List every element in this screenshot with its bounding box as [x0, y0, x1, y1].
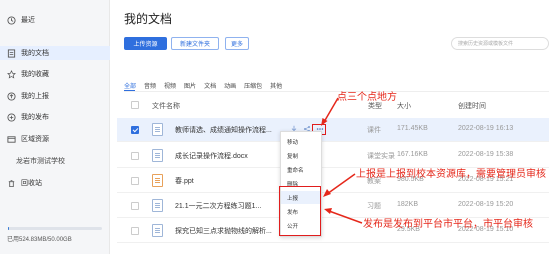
sidebar-item-my-documents[interactable]: 我的文档 [0, 46, 110, 60]
tab-image[interactable]: 图片 [184, 81, 196, 90]
tab-audio[interactable]: 音频 [144, 81, 156, 90]
sidebar-item-label: 我的上报 [21, 93, 49, 100]
file-size: 182KB [397, 201, 419, 208]
upload-resource-button[interactable]: 上传资源 [124, 37, 167, 50]
tab-archive[interactable]: 压缩包 [244, 81, 262, 90]
select-all-checkbox[interactable] [131, 101, 139, 109]
document-icon [7, 48, 16, 58]
trash-icon [7, 179, 16, 188]
file-size: 167.16KB [397, 151, 428, 158]
sidebar-item-school[interactable]: 龙岩市测试学校 [0, 154, 110, 168]
storage-quota-text: 已用524.83MB/50.00GB [7, 237, 72, 243]
sidebar-item-label: 我的收藏 [21, 71, 49, 78]
annotation-arrow-dots [321, 97, 339, 126]
sidebar-item-label: 龙岩市测试学校 [16, 158, 65, 165]
annotation-arrow-report [323, 173, 356, 197]
active-tab-indicator [124, 90, 135, 91]
annotation-dots: 点三个点地方 [337, 92, 397, 103]
new-folder-button[interactable]: 新建文件夹 [171, 37, 219, 50]
row-checkbox[interactable] [131, 126, 139, 134]
sidebar-item-label: 我的发布 [21, 114, 49, 121]
row-checkbox[interactable] [131, 202, 139, 210]
more-button[interactable]: 更多 [225, 37, 249, 50]
menu-item-move[interactable]: 移动 [281, 135, 321, 148]
sidebar-item-label: 回收站 [21, 180, 42, 187]
doc-file-icon [152, 123, 163, 136]
header-created-time: 创建时间 [458, 103, 486, 110]
tab-document[interactable]: 文档 [204, 81, 216, 90]
file-name[interactable]: 成长记录操作流程.docx [175, 151, 248, 161]
row-checkbox[interactable] [131, 227, 139, 235]
sidebar: 最近 我的文档 我的收藏 我的上报 我的发布 区域资源 龙岩市测试学校 回收站 … [0, 0, 110, 254]
file-created: 2022-08-19 16:13 [458, 125, 514, 132]
menu-item-rename[interactable]: 重命名 [281, 163, 321, 176]
header-file-name: 文件名称 [152, 103, 180, 110]
tab-video[interactable]: 视频 [164, 81, 176, 90]
file-type: 课件 [367, 127, 381, 134]
tab-all[interactable]: 全部 [124, 81, 136, 90]
sidebar-item-region-resources[interactable]: 区域资源 [0, 132, 110, 146]
file-name[interactable]: 春.ppt [175, 176, 194, 186]
file-created: 2022-08-19 15:20 [458, 201, 514, 208]
storage-quota-bar [8, 227, 102, 230]
doc-file-icon [152, 149, 163, 162]
annotation-arrow-publish [324, 208, 363, 224]
star-icon [7, 69, 16, 79]
sidebar-item-my-publish[interactable]: 我的发布 [0, 110, 110, 124]
sidebar-item-label: 我的文档 [21, 50, 49, 57]
tab-other[interactable]: 其他 [270, 81, 282, 90]
sidebar-item-label: 区域资源 [21, 136, 49, 143]
row-checkbox[interactable] [131, 177, 139, 185]
file-created: 2022-08-19 15:38 [458, 151, 514, 158]
sidebar-item-recycle-bin[interactable]: 回收站 [0, 176, 110, 190]
highlight-box-menu [279, 186, 321, 236]
sidebar-item-label: 最近 [21, 17, 35, 24]
row-checkbox[interactable] [131, 152, 139, 160]
file-name[interactable]: 探究已知三点求抛物线的解析... [175, 226, 272, 236]
sidebar-item-favorites[interactable]: 我的收藏 [0, 67, 110, 81]
upload-report-icon [7, 91, 16, 101]
tab-animation[interactable]: 动画 [224, 81, 236, 90]
storage-quota-fill [8, 227, 9, 230]
file-size: 171.45KB [397, 125, 428, 132]
file-type: 课堂实录 [367, 153, 395, 160]
sidebar-item-my-reports[interactable]: 我的上报 [0, 89, 110, 103]
filter-tabs: 全部 音频 视频 图片 文档 动画 压缩包 其他 [124, 81, 290, 90]
clock-icon [7, 15, 16, 25]
ppt-file-icon [152, 174, 163, 187]
doc-file-icon [152, 199, 163, 212]
file-name[interactable]: 教师请选、成绩通知操作流程... [175, 125, 272, 135]
menu-item-copy[interactable]: 复制 [281, 149, 321, 162]
search-input[interactable]: 搜索历史资源或模板文件 [451, 37, 549, 50]
page-title: 我的文档 [124, 12, 173, 26]
region-icon [7, 135, 16, 144]
publish-icon [7, 112, 16, 122]
doc-file-icon [152, 224, 163, 237]
file-type: 习题 [367, 203, 381, 210]
sidebar-item-recent[interactable]: 最近 [0, 13, 110, 27]
annotation-report: 上报是上报到校本资源库，需要管理员审核 [356, 169, 546, 180]
header-size: 大小 [397, 103, 411, 110]
annotation-publish: 发布是发布到平台市平台，市平台审核 [363, 219, 533, 230]
file-name[interactable]: 21.1一元二次方程练习题1... [175, 201, 261, 211]
